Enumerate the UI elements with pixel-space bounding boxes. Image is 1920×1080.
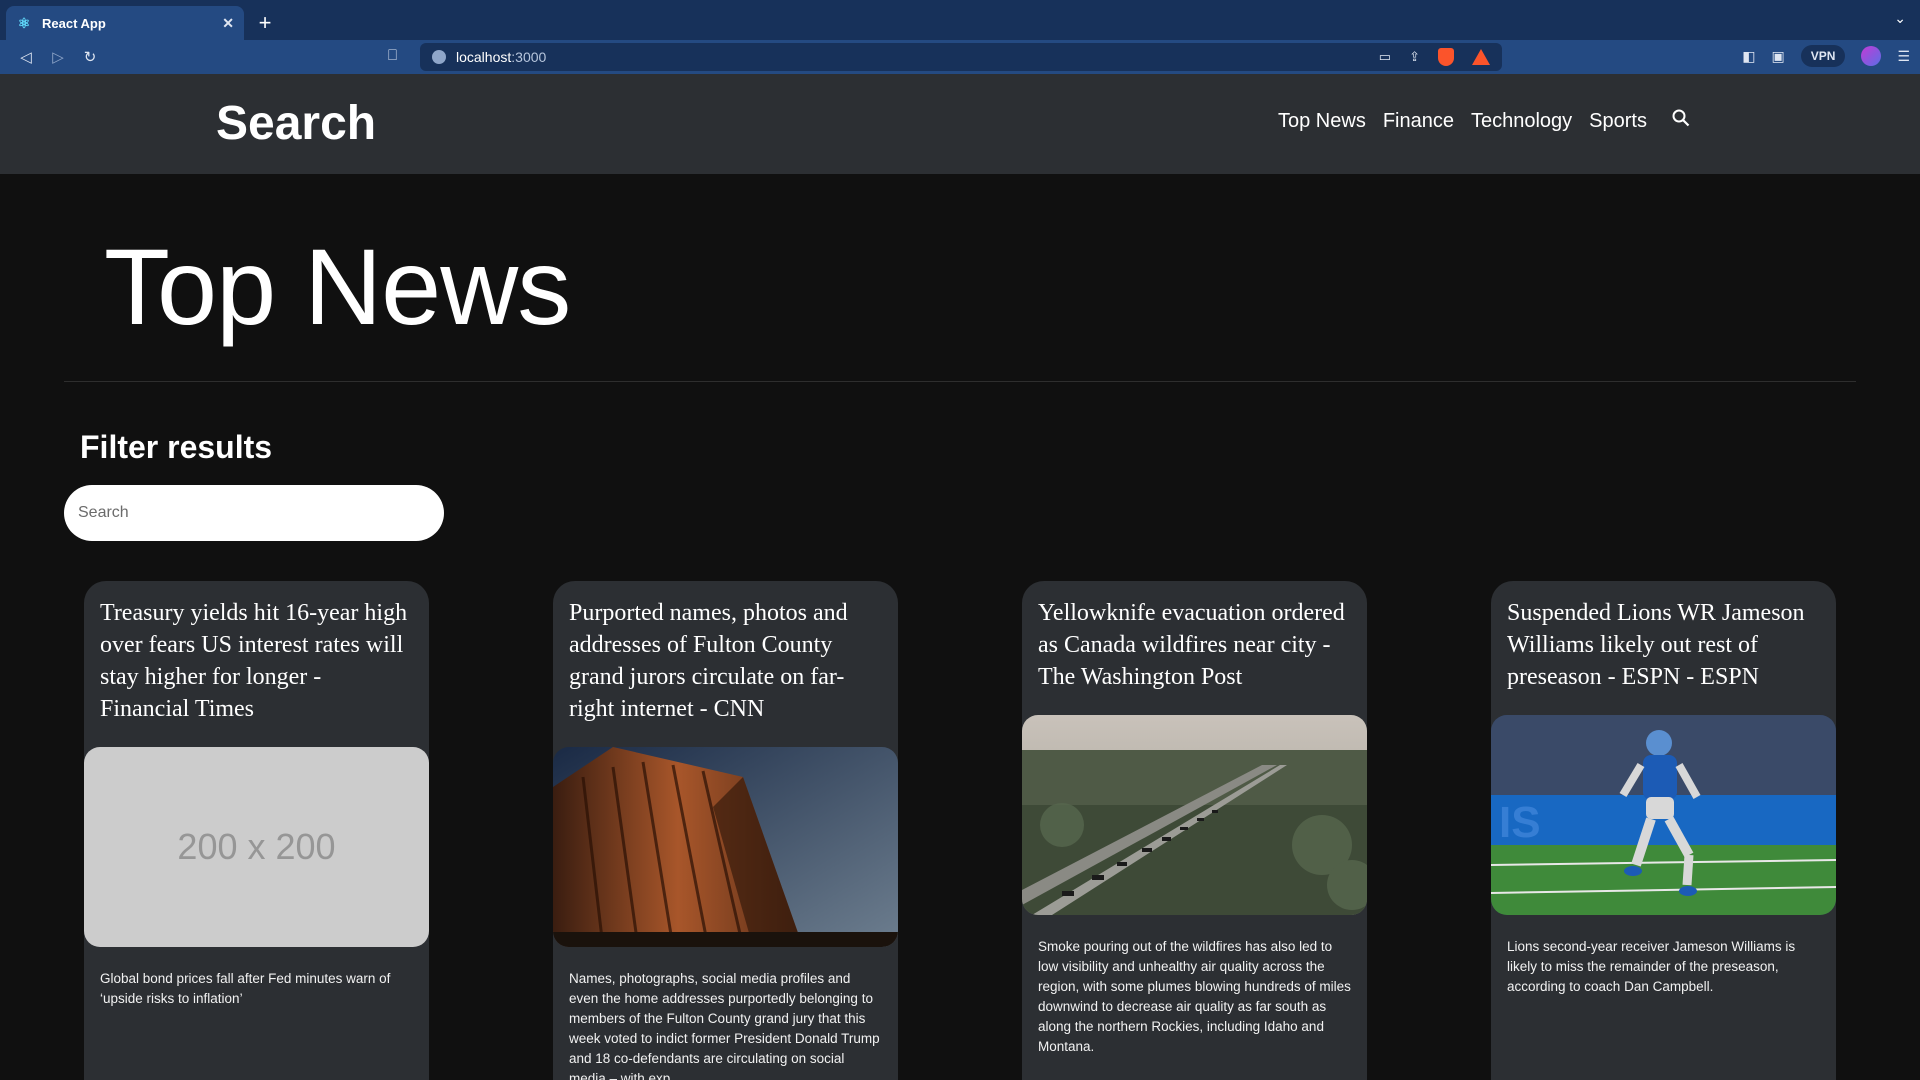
building-photo	[553, 747, 898, 947]
new-tab-button[interactable]: +	[250, 6, 280, 40]
close-icon[interactable]: ✕	[222, 15, 234, 32]
svg-text:IS: IS	[1499, 798, 1541, 847]
share-icon[interactable]: ⇪	[1409, 49, 1420, 65]
forward-icon[interactable]: ▷	[42, 43, 74, 71]
sidebar-icon[interactable]: ◧	[1742, 48, 1755, 65]
article-image-placeholder: 200 x 200	[84, 747, 429, 947]
app-header: Search Top News Finance Technology Sport…	[0, 74, 1920, 174]
article-card[interactable]: Treasury yields hit 16-year high over fe…	[84, 581, 429, 1080]
chevron-down-icon[interactable]: ⌄	[1894, 10, 1906, 27]
highway-photo	[1022, 715, 1367, 915]
cast-icon[interactable]: ▭	[1379, 49, 1391, 65]
article-title[interactable]: Suspended Lions WR Jameson Williams like…	[1491, 581, 1836, 693]
article-title[interactable]: Treasury yields hit 16-year high over fe…	[84, 581, 429, 725]
article-title[interactable]: Yellowknife evacuation ordered as Canada…	[1022, 581, 1367, 693]
main-content: Top News Filter results Treasury yields …	[0, 174, 1920, 1080]
nav-sports[interactable]: Sports	[1589, 110, 1647, 133]
browser-tab[interactable]: ⚛ React App ✕	[6, 6, 244, 40]
profile-avatar[interactable]	[1861, 46, 1882, 66]
article-description: Lions second-year receiver Jameson Willi…	[1507, 939, 1796, 994]
page-title: Top News	[104, 226, 571, 347]
article-title[interactable]: Purported names, photos and addresses of…	[553, 581, 898, 725]
article-card[interactable]: Suspended Lions WR Jameson Williams like…	[1491, 581, 1836, 1080]
address-bar[interactable]: localhost :3000 ▭ ⇪	[420, 43, 1502, 71]
vpn-button[interactable]: VPN	[1800, 45, 1846, 67]
site-info-icon[interactable]	[432, 50, 446, 64]
react-icon: ⚛	[17, 15, 31, 31]
back-icon[interactable]: ◁	[10, 43, 42, 71]
brand-title[interactable]: Search	[216, 96, 376, 151]
brave-shield-icon[interactable]	[1438, 48, 1454, 66]
article-card[interactable]: Purported names, photos and addresses of…	[553, 581, 898, 1080]
tab-title: React App	[42, 15, 106, 31]
article-description: Smoke pouring out of the wildfires has a…	[1038, 939, 1351, 1054]
url-port: :3000	[511, 49, 547, 65]
search-icon[interactable]	[1672, 109, 1690, 133]
football-photo: IS	[1491, 715, 1836, 915]
wallet-icon[interactable]: ▣	[1772, 48, 1785, 65]
reload-icon[interactable]: ↻	[74, 43, 106, 71]
main-nav: Top News Finance Technology Sports	[1278, 109, 1690, 133]
article-image	[553, 747, 898, 947]
browser-tabbar: ⚛ React App ✕ + ⌄	[0, 0, 1920, 40]
article-image	[1022, 715, 1367, 915]
nav-technology[interactable]: Technology	[1471, 110, 1572, 133]
browser-toolbar: ◁ ▷ ↻ ⎕ localhost :3000 ▭ ⇪ ◧ ▣ VPN ☰	[0, 40, 1920, 74]
menu-icon[interactable]: ☰	[1897, 48, 1910, 65]
article-card[interactable]: Yellowknife evacuation ordered as Canada…	[1022, 581, 1367, 1080]
filter-search-input[interactable]	[64, 485, 444, 541]
nav-top-news[interactable]: Top News	[1278, 110, 1366, 133]
placeholder-label: 200 x 200	[177, 826, 336, 867]
brave-rewards-icon[interactable]	[1472, 49, 1490, 65]
article-image: IS	[1491, 715, 1836, 915]
nav-finance[interactable]: Finance	[1383, 110, 1454, 133]
url-host: localhost	[456, 49, 512, 65]
divider	[64, 381, 1856, 382]
article-description: Global bond prices fall after Fed minute…	[100, 971, 391, 1006]
bookmark-icon[interactable]: ⎕	[388, 47, 397, 64]
filter-heading: Filter results	[80, 429, 273, 465]
article-description: Names, photographs, social media profile…	[569, 971, 880, 1080]
